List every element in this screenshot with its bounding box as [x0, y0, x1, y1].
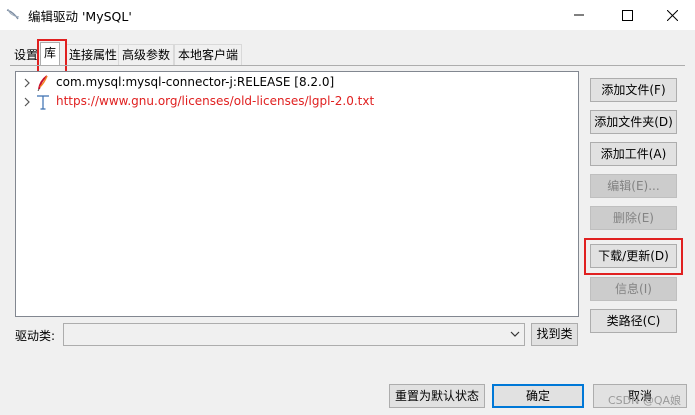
tree-row[interactable]: com.mysql:mysql-connector-j:RELEASE [8.2…: [16, 73, 578, 93]
tab-local-client[interactable]: 本地客户端: [174, 44, 243, 66]
library-item-label: com.mysql:mysql-connector-j:RELEASE [8.2…: [56, 75, 335, 89]
tab-advanced-parameters[interactable]: 高级参数: [118, 44, 175, 66]
minimize-button[interactable]: [556, 0, 602, 30]
reset-defaults-button[interactable]: 重置为默认状态: [389, 384, 485, 408]
tab-settings[interactable]: 设置: [10, 44, 43, 66]
find-class-button[interactable]: 找到类: [531, 323, 578, 346]
minimize-icon: [574, 14, 584, 16]
close-icon: [666, 9, 678, 21]
text-document-icon: [37, 95, 49, 110]
title-bar: 编辑驱动 'MySQL': [0, 0, 695, 30]
maven-feather-icon: [37, 75, 48, 91]
tab-panel-divider: [10, 65, 685, 66]
maximize-icon: [621, 9, 633, 21]
info-button[interactable]: 信息(I): [590, 277, 677, 301]
driver-class-label: 驱动类:: [15, 329, 56, 343]
add-file-button[interactable]: 添加文件(F): [590, 78, 677, 102]
delete-button[interactable]: 删除(E): [590, 206, 677, 230]
maximize-button[interactable]: [604, 0, 650, 30]
driver-class-select[interactable]: [63, 323, 525, 346]
tab-connection-properties[interactable]: 连接属性: [65, 44, 122, 66]
add-folder-button[interactable]: 添加文件夹(D): [590, 110, 677, 134]
dbeaver-app-icon: [6, 8, 20, 20]
add-artifact-button[interactable]: 添加工件(A): [590, 142, 677, 166]
ok-button[interactable]: 确定: [492, 384, 584, 408]
chevron-down-icon: [510, 331, 520, 337]
chevron-right-icon[interactable]: [22, 76, 32, 90]
watermark: CSDN @QA娘: [608, 394, 682, 407]
classpath-button[interactable]: 类路径(C): [590, 309, 677, 333]
window-title: 编辑驱动 'MySQL': [28, 9, 132, 24]
download-update-button[interactable]: 下载/更新(D): [590, 244, 677, 268]
license-link[interactable]: https://www.gnu.org/licenses/old-license…: [56, 94, 374, 108]
chevron-right-icon[interactable]: [22, 95, 32, 109]
tree-row[interactable]: https://www.gnu.org/licenses/old-license…: [16, 92, 578, 112]
edit-button[interactable]: 编辑(E)...: [590, 174, 677, 198]
close-button[interactable]: [649, 0, 695, 30]
library-tree[interactable]: com.mysql:mysql-connector-j:RELEASE [8.2…: [15, 71, 579, 317]
tab-libraries[interactable]: 库: [40, 42, 61, 66]
